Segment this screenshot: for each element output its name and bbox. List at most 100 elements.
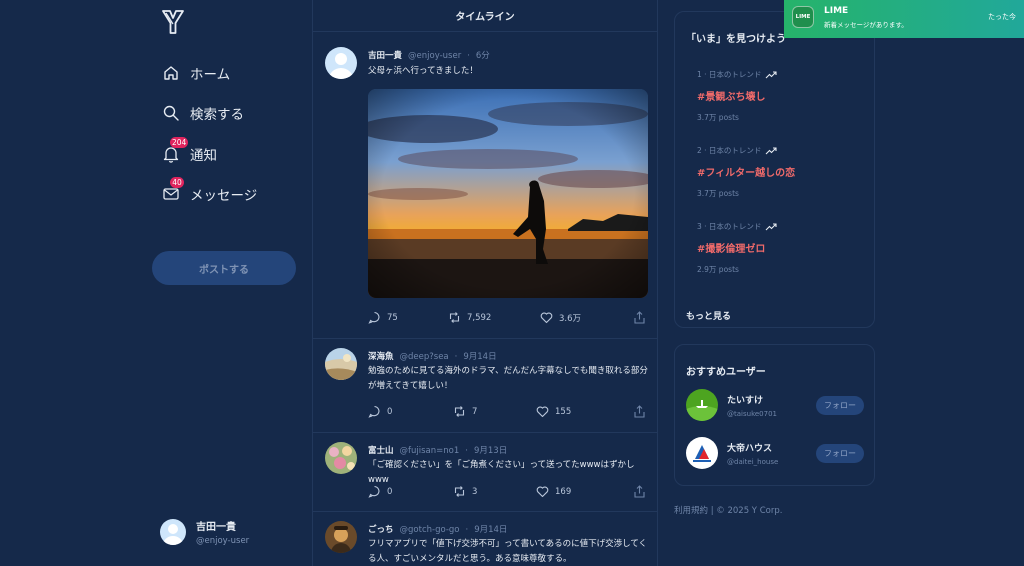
nav-item-search[interactable]: 検索する [162, 101, 244, 125]
like-count: 155 [555, 406, 572, 417]
post-button[interactable]: ポストする [152, 251, 296, 285]
share-button[interactable] [633, 405, 646, 418]
trend-hashtag[interactable]: #景観ぶち壊し [697, 88, 777, 103]
repost-icon [454, 486, 465, 497]
reply-button[interactable]: 0 [368, 485, 392, 498]
repost-button[interactable]: 7 [453, 405, 477, 418]
avatar[interactable] [325, 521, 357, 553]
post-author[interactable]: 富士山 [368, 446, 394, 456]
recommend-card: おすすめユーザー たいすけ @taisuke0701 フォロー 大帝ハウス @d… [674, 344, 875, 486]
reply-button[interactable]: 0 [368, 405, 392, 418]
recommended-user[interactable]: 大帝ハウス @daitei_house フォロー [686, 437, 864, 469]
notification-time: たった今 [988, 13, 1016, 21]
reply-icon [368, 311, 380, 324]
share-icon [634, 405, 645, 418]
timeline-title: タイムライン [313, 0, 657, 32]
trend-context: 3 · 日本のトレンド [697, 222, 762, 231]
post-handle: @enjoy-user [408, 51, 462, 61]
reply-icon [368, 405, 380, 418]
lime-app-icon: LIME [792, 6, 814, 28]
recommend-title: おすすめユーザー [686, 367, 766, 378]
trend-context: 1 · 日本のトレンド [697, 70, 762, 79]
repost-button[interactable]: 3 [453, 485, 477, 498]
post-author[interactable]: 深海魚 [368, 352, 394, 362]
post-handle: @deep?sea [399, 352, 449, 362]
post-time: 9月14日 [463, 352, 497, 362]
post-author[interactable]: ごっち [368, 525, 394, 535]
footer-links[interactable]: 利用規約 | © 2025 Y Corp. [674, 504, 782, 516]
trending-icon [766, 146, 777, 154]
trend-item[interactable]: 1 · 日本のトレンド #景観ぶち壊し 3.7万 posts [697, 69, 777, 123]
trend-posts: 2.9万 posts [697, 265, 739, 274]
nav-item-messages[interactable]: 40 メッセージ [162, 177, 258, 206]
heart-icon [536, 486, 549, 498]
post-text: 勉強のために見てる海外のドラマ、だんだん字幕なしでも聞き取れる部分が増えてきて嬉… [368, 366, 648, 391]
user-handle: @daitei_house [727, 457, 779, 466]
reply-count: 0 [387, 406, 393, 417]
post-text: 父母ヶ浜へ行ってきました！ [368, 66, 478, 76]
post-time: 9月13日 [473, 446, 508, 456]
notification-app-name: LIME [824, 6, 849, 16]
repost-count: 3 [472, 486, 478, 497]
like-button[interactable]: 3.6万 [540, 311, 581, 324]
like-button[interactable]: 155 [536, 405, 571, 418]
notification-message: 新着メッセージがあります。 [824, 21, 908, 29]
trend-item[interactable]: 3 · 日本のトレンド #撮影倫理ゼロ 2.9万 posts [697, 221, 777, 275]
repost-icon [449, 312, 460, 323]
search-icon [162, 104, 180, 122]
post-time: 6分 [475, 51, 490, 61]
reply-count: 0 [387, 486, 393, 497]
repost-count: 7,592 [467, 312, 492, 323]
post[interactable]: 吉田一貴 @enjoy-user · 6分 父母ヶ浜へ行ってきました！ 75 7… [313, 33, 657, 339]
nav-item-home[interactable]: ホーム [162, 61, 230, 85]
reply-icon [368, 485, 380, 498]
post[interactable]: 富士山 @fujisan=no1 · 9月13日 「ご確認ください」を「ご角煮ください… [313, 433, 657, 512]
post[interactable]: 深海魚 @deep?sea · 9月14日 勉強のために見てる海外のドラマ、だんだん字… [313, 339, 657, 433]
share-button[interactable] [633, 485, 646, 498]
mail-icon: 40 [162, 177, 184, 203]
trends-title: 「いま」を見つけよう [686, 34, 786, 45]
account-switcher[interactable]: 吉田一貴 @enjoy-user [160, 518, 249, 546]
nav-label-search: 検索する [190, 107, 244, 123]
post-time: 9月14日 [474, 525, 508, 535]
timeline: タイムライン 吉田一貴 @enjoy-user · 6分 父母ヶ浜へ行ってきました！ [312, 0, 658, 566]
avatar[interactable] [686, 389, 718, 421]
nav-item-notifications[interactable]: 204 通知 [162, 137, 217, 166]
like-count: 3.6万 [559, 313, 582, 324]
trending-icon [766, 70, 777, 78]
repost-icon [454, 406, 465, 417]
post-author[interactable]: 吉田一貴 [368, 51, 402, 61]
avatar[interactable] [325, 348, 357, 380]
avatar[interactable] [325, 47, 357, 79]
recommended-user[interactable]: たいすけ @taisuke0701 フォロー [686, 389, 864, 421]
post-text: 「ご確認ください」を「ご角煮ください」って送ってたwwwはずかしwww [368, 460, 635, 485]
trend-hashtag[interactable]: #撮影倫理ゼロ [697, 240, 777, 255]
y-logo-icon[interactable] [162, 10, 184, 38]
trending-icon [766, 222, 777, 230]
share-button[interactable] [633, 311, 646, 324]
like-button[interactable]: 169 [536, 485, 571, 498]
reply-count: 75 [387, 312, 398, 323]
show-more-link[interactable]: もっと見る [686, 309, 731, 322]
repost-button[interactable]: 7,592 [448, 311, 491, 324]
user-handle: @taisuke0701 [727, 409, 777, 418]
message-badge: 40 [170, 177, 184, 188]
heart-icon [540, 312, 553, 324]
share-icon [634, 311, 645, 324]
user-name: 大帝ハウス [727, 443, 773, 454]
repost-count: 7 [472, 406, 478, 417]
reply-button[interactable]: 75 [368, 311, 398, 324]
post-photo[interactable] [368, 89, 648, 298]
avatar[interactable] [325, 442, 357, 474]
follow-button[interactable]: フォロー [816, 443, 864, 463]
bell-icon: 204 [162, 137, 189, 163]
trends-card: 「いま」を見つけよう 1 · 日本のトレンド #景観ぶち壊し 3.7万 post… [674, 11, 875, 328]
trend-hashtag[interactable]: #フィルター越しの恋 [697, 164, 795, 179]
notification-toast[interactable]: LIME LIME 新着メッセージがあります。 たった今 [784, 0, 1024, 38]
follow-button[interactable]: フォロー [816, 395, 864, 415]
post[interactable]: ごっち @gotch-go-go · 9月14日 フリマアプリで「値下げ交渉不可」って… [313, 512, 657, 566]
nav-label-home: ホーム [190, 67, 231, 83]
nav-label-messages: メッセージ [190, 188, 258, 204]
avatar[interactable] [686, 437, 718, 469]
trend-item[interactable]: 2 · 日本のトレンド #フィルター越しの恋 3.7万 posts [697, 145, 795, 199]
